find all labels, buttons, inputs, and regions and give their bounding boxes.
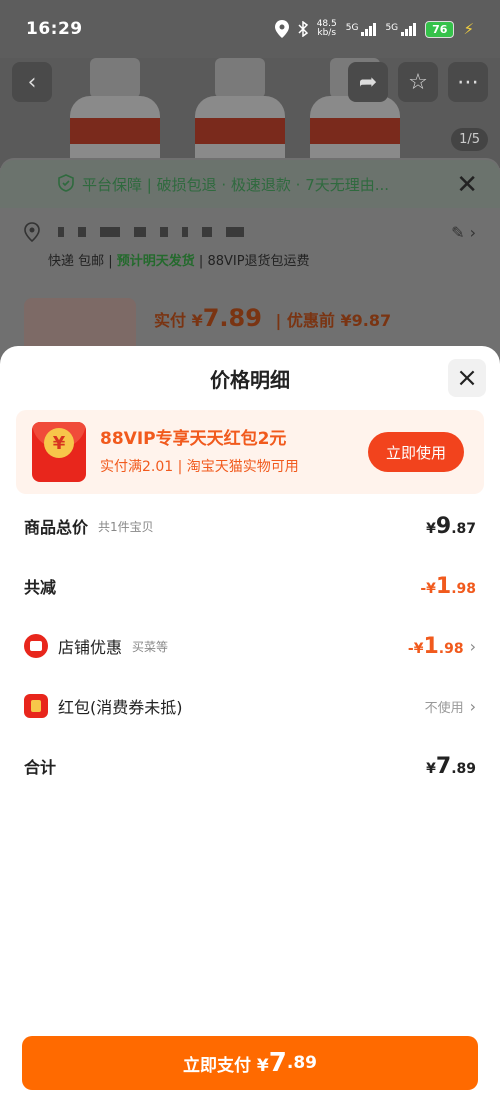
- grand-total-label: 合计: [24, 758, 57, 777]
- total-reduction-label: 共减: [24, 578, 57, 597]
- shipping-info: 快递 包邮 | 预计明天发货 | 88VIP退货包运费: [48, 254, 310, 269]
- redpacket-label: 红包(消费券未抵): [58, 698, 183, 717]
- goods-total-row: 商品总价 共1件宝贝 ¥9.87: [0, 506, 500, 546]
- grand-total-value: ¥7.89: [426, 753, 476, 779]
- total-reduction-row: 共减 -¥1.98: [0, 566, 500, 606]
- bluetooth-icon: [298, 21, 308, 37]
- goods-total-value: ¥9.87: [426, 513, 476, 539]
- status-icons: 48.5 kb/s 5G 5G 76 ⚡: [274, 19, 474, 38]
- page-indicator: 1/5: [451, 128, 488, 151]
- promo-subtitle: 实付满2.01 | 淘宝天猫实物可用: [100, 459, 299, 475]
- location-pin-icon: [24, 222, 40, 242]
- shop-icon: [24, 634, 48, 658]
- net-speed: 48.5 kb/s: [316, 19, 337, 38]
- grand-total-row: 合计 ¥7.89: [0, 746, 500, 786]
- more-icon: ⋯: [448, 62, 488, 102]
- redpacket-row[interactable]: 红包(消费券未抵) 不使用 ›: [0, 686, 500, 726]
- share-icon: ➦: [348, 62, 388, 102]
- red-envelope-icon: ¥: [32, 422, 86, 482]
- pay-now-button[interactable]: 立即支付 ¥7.89: [22, 1036, 478, 1090]
- favorite-icon: ☆: [398, 62, 438, 102]
- background-price-row: 实付 ¥7.89 | 优惠前 ¥9.87: [0, 292, 500, 354]
- redpacket-value: 不使用: [424, 700, 464, 716]
- background-price: 实付 ¥7.89 | 优惠前 ¥9.87: [154, 304, 392, 332]
- edit-icon: ✎ ›: [451, 222, 476, 242]
- battery-icon: 76: [425, 20, 455, 38]
- location-icon: [274, 20, 289, 38]
- charging-icon: ⚡: [463, 20, 474, 38]
- shop-discount-value: -¥1.98: [407, 633, 464, 659]
- shop-discount-sub: 买菜等: [132, 639, 169, 654]
- price-detail-sheet: 价格明细 × ¥ 88VIP专享天天红包2元 实付满2.01 | 淘宝天猫实物可…: [0, 346, 500, 1111]
- close-button[interactable]: ×: [448, 359, 486, 397]
- vip-redpacket-banner: ¥ 88VIP专享天天红包2元 实付满2.01 | 淘宝天猫实物可用 立即使用: [16, 410, 484, 494]
- address-redacted: [58, 227, 244, 237]
- shop-discount-label: 店铺优惠: [58, 638, 123, 657]
- goods-count: 共1件宝贝: [98, 519, 154, 534]
- promo-title: 88VIP专享天天红包2元: [100, 429, 287, 449]
- address-row: ✎ ›: [0, 212, 500, 252]
- chevron-right-icon: ›: [469, 696, 476, 716]
- goods-total-label: 商品总价: [24, 518, 89, 537]
- use-now-button[interactable]: 立即使用: [368, 432, 464, 472]
- product-bottle-image: [185, 58, 295, 168]
- redpacket-icon: [24, 694, 48, 718]
- total-reduction-value: -¥1.98: [420, 573, 476, 599]
- signal-icon: 5G: [346, 22, 377, 36]
- background-close-icon: ✕: [456, 170, 478, 200]
- product-bottle-image: [60, 58, 170, 168]
- signal-icon: 5G: [385, 22, 417, 36]
- guarantee-banner: 平台保障 | 破损包退 · 极速退款 · 7天无理由...: [0, 160, 500, 208]
- back-icon: ‹: [12, 62, 52, 102]
- close-icon: ×: [456, 363, 478, 393]
- status-bar: 16:29 48.5 kb/s 5G 5G 76 ⚡: [0, 0, 500, 58]
- shop-discount-row[interactable]: 店铺优惠 买菜等 -¥1.98 ›: [0, 626, 500, 666]
- shield-icon: [58, 174, 74, 192]
- status-time: 16:29: [26, 19, 83, 39]
- chevron-right-icon: ›: [469, 636, 476, 656]
- sheet-title: 价格明细: [210, 368, 290, 392]
